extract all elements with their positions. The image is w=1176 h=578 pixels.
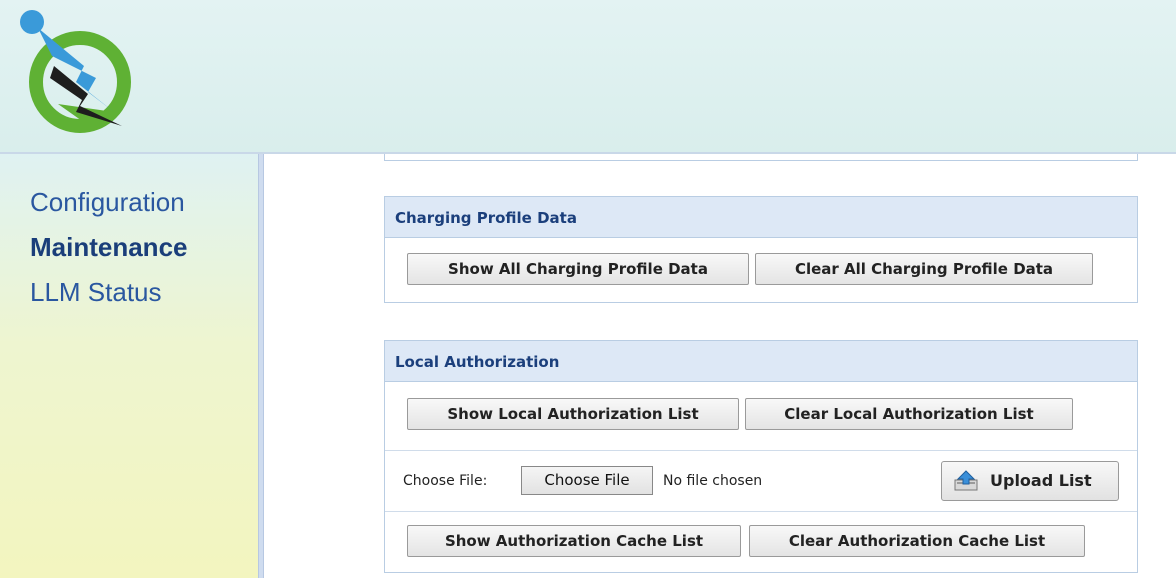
local-authorization-title: Local Authorization <box>385 341 1137 382</box>
charging-profile-row: Show All Charging Profile Data Clear All… <box>385 238 1137 302</box>
sidebar-item-maintenance[interactable]: Maintenance <box>30 225 188 270</box>
clear-auth-cache-button[interactable]: Clear Authorization Cache List <box>749 525 1085 557</box>
auth-cache-row: Show Authorization Cache List Clear Auth… <box>385 512 1137 572</box>
upload-list-label: Upload List <box>990 471 1092 490</box>
show-charging-profile-button[interactable]: Show All Charging Profile Data <box>407 253 749 285</box>
previous-panel-bottom <box>384 154 1138 161</box>
charging-profile-panel: Charging Profile Data Show All Charging … <box>384 196 1138 303</box>
logo-icon <box>20 10 131 133</box>
sidebar-item-configuration[interactable]: Configuration <box>30 180 188 225</box>
choose-file-button[interactable]: Choose File <box>521 466 653 495</box>
clear-charging-profile-button[interactable]: Clear All Charging Profile Data <box>755 253 1093 285</box>
main-content: Charging Profile Data Show All Charging … <box>272 154 1176 578</box>
upload-list-button[interactable]: Upload List <box>941 461 1119 501</box>
file-status: No file chosen <box>663 473 763 489</box>
clear-local-auth-list-button[interactable]: Clear Local Authorization List <box>745 398 1073 430</box>
local-auth-list-row: Show Local Authorization List Clear Loca… <box>385 382 1137 451</box>
sidebar-divider <box>258 154 264 578</box>
upload-row: Choose File: Choose File No file chosen … <box>385 451 1137 512</box>
sidebar-nav: Configuration Maintenance LLM Status <box>30 180 188 315</box>
local-authorization-panel: Local Authorization Show Local Authoriza… <box>384 340 1138 573</box>
show-auth-cache-button[interactable]: Show Authorization Cache List <box>407 525 741 557</box>
upload-icon <box>954 470 978 491</box>
sidebar-item-llm-status[interactable]: LLM Status <box>30 270 188 315</box>
choose-file-label: Choose File: <box>403 473 488 489</box>
charging-profile-title: Charging Profile Data <box>385 197 1137 238</box>
header <box>0 0 1176 152</box>
show-local-auth-list-button[interactable]: Show Local Authorization List <box>407 398 739 430</box>
